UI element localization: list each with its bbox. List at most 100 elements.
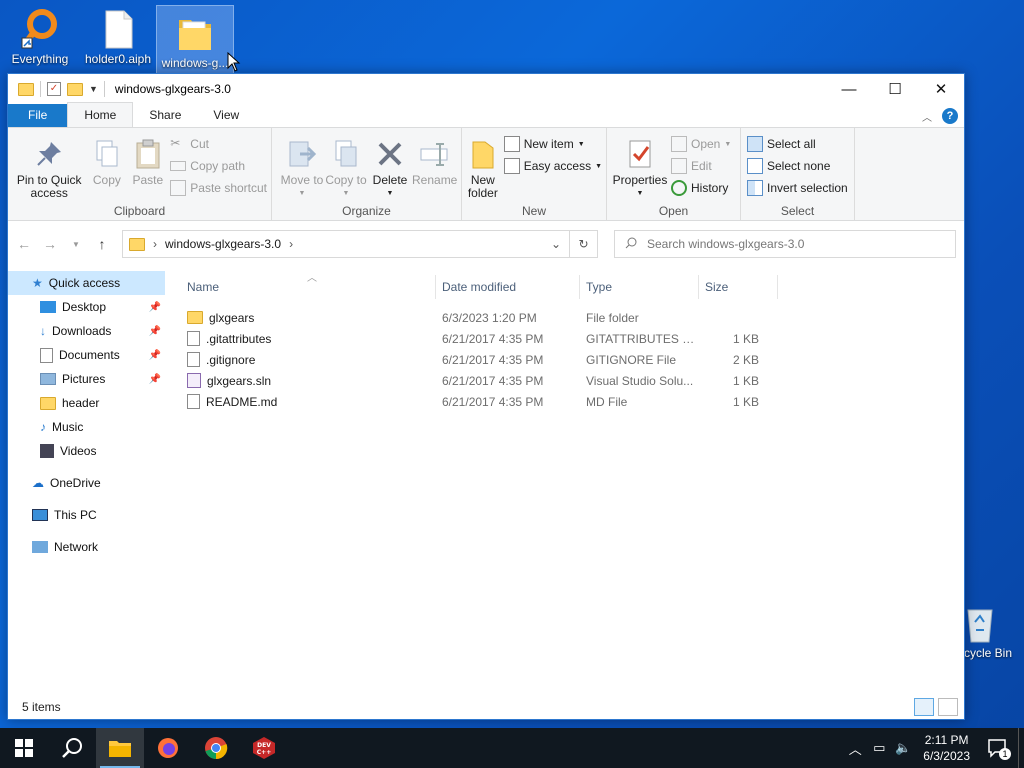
breadcrumb-separator-icon: › (153, 237, 157, 251)
large-icons-view-button[interactable] (938, 698, 958, 716)
search-button[interactable] (48, 728, 96, 768)
nav-item-videos[interactable]: Videos (8, 439, 165, 463)
open-icon (671, 136, 687, 152)
tab-share[interactable]: Share (133, 104, 197, 127)
tab-file[interactable]: File (8, 104, 68, 127)
nav-item-header[interactable]: header (8, 391, 165, 415)
chevron-down-icon[interactable]: ▼ (89, 84, 98, 94)
file-icon (98, 8, 138, 50)
chevron-down-icon: ▼ (724, 140, 732, 148)
easy-access-button[interactable]: Easy access ▼ (503, 157, 602, 175)
close-button[interactable]: ✕ (918, 74, 964, 104)
maximize-button[interactable]: ☐ (872, 74, 918, 104)
clock-date: 6/3/2023 (923, 749, 970, 763)
column-header-size[interactable]: Size (699, 275, 778, 299)
minimize-button[interactable]: — (826, 74, 872, 104)
firefox-taskbar-button[interactable] (144, 728, 192, 768)
title-bar[interactable]: ✓ ▼ windows-glxgears-3.0 — ☐ ✕ (8, 74, 964, 104)
open-button[interactable]: Open ▼ (671, 135, 731, 153)
details-view-button[interactable] (914, 698, 934, 716)
desktop-icon-everything[interactable]: Everything (2, 2, 78, 66)
recent-locations-chevron-icon[interactable]: ▼ (66, 240, 86, 249)
tab-home[interactable]: Home (67, 102, 134, 127)
properties-check-icon[interactable]: ✓ (47, 82, 61, 96)
table-row[interactable]: README.md 6/21/2017 4:35 PM MD File 1 KB (165, 391, 964, 412)
chrome-taskbar-button[interactable] (192, 728, 240, 768)
explorer-window: ✓ ▼ windows-glxgears-3.0 — ☐ ✕ File Home… (7, 73, 965, 720)
nav-item-onedrive[interactable]: ☁ OneDrive (8, 471, 165, 495)
svg-text:C++: C++ (257, 749, 271, 756)
start-button[interactable] (0, 728, 48, 768)
nav-item-this-pc[interactable]: This PC (8, 503, 165, 527)
select-all-button[interactable]: Select all (747, 135, 848, 153)
address-bar[interactable]: › windows-glxgears-3.0 › ⌄ (122, 230, 570, 258)
nav-item-pictures[interactable]: Pictures 📌 (8, 367, 165, 391)
copy-to-icon (330, 138, 362, 170)
star-icon: ★ (32, 276, 43, 290)
dev-cpp-taskbar-button[interactable]: DEV C++ (240, 728, 288, 768)
edit-button[interactable]: Edit (671, 157, 731, 175)
nav-item-documents[interactable]: Documents 📌 (8, 343, 165, 367)
column-header-type[interactable]: Type (580, 275, 699, 299)
nav-item-downloads[interactable]: ↓ Downloads 📌 (8, 319, 165, 343)
desktop-icon-windows-glxgears[interactable]: windows-g... (156, 5, 234, 74)
notifications-button[interactable]: 1 (978, 728, 1018, 768)
recycle-bin-icon (962, 602, 1002, 644)
cut-button[interactable]: ✂ Cut (170, 135, 267, 153)
breadcrumb-separator-icon: › (289, 237, 294, 251)
select-none-button[interactable]: Select none (747, 157, 848, 175)
network-icon[interactable]: ▭ (867, 740, 891, 756)
pin-icon (33, 138, 65, 170)
copy-path-button[interactable]: Copy path (170, 157, 267, 175)
table-row[interactable]: glxgears.sln 6/21/2017 4:35 PM Visual St… (165, 370, 964, 391)
address-dropdown-icon[interactable]: ⌄ (551, 237, 561, 251)
search-input[interactable]: Search windows-glxgears-3.0 (614, 230, 956, 258)
edit-icon (671, 158, 687, 174)
paste-shortcut-button[interactable]: Paste shortcut (170, 179, 267, 197)
back-arrow-icon[interactable]: ← (14, 236, 34, 252)
show-desktop-button[interactable] (1018, 728, 1024, 768)
ribbon: Pin to Quick access Copy Paste ✂ Cut Copy… (8, 128, 964, 221)
file-name: .gitignore (206, 352, 256, 367)
notification-badge: 1 (999, 748, 1011, 760)
search-placeholder: Search windows-glxgears-3.0 (647, 237, 805, 251)
history-button[interactable]: History (671, 179, 731, 197)
folder-icon (187, 311, 203, 324)
invert-selection-button[interactable]: Invert selection (747, 179, 848, 197)
file-type: MD File (586, 394, 628, 409)
file-size: 1 KB (732, 394, 759, 409)
desktop-icon-holder0[interactable]: holder0.aiph (80, 2, 156, 66)
table-row[interactable]: .gitattributes 6/21/2017 4:35 PM GITATTR… (165, 328, 964, 349)
folder-icon (40, 396, 56, 410)
film-icon (40, 444, 54, 458)
help-icon[interactable]: ? (942, 108, 958, 124)
chevron-up-icon[interactable]: ︿ (922, 109, 932, 124)
chrome-icon (205, 737, 228, 760)
nav-item-network[interactable]: Network (8, 535, 165, 559)
nav-item-quick-access[interactable]: ★ Quick access (8, 271, 165, 295)
nav-item-music[interactable]: ♪ Music (8, 415, 165, 439)
forward-arrow-icon[interactable]: → (40, 236, 60, 252)
file-date: 6/21/2017 4:35 PM (442, 373, 544, 388)
music-note-icon: ♪ (40, 420, 46, 434)
new-item-button[interactable]: New item ▼ (503, 135, 602, 153)
file-explorer-taskbar-button[interactable] (96, 728, 144, 768)
tab-view[interactable]: View (197, 104, 255, 127)
up-arrow-icon[interactable]: ↑ (92, 236, 112, 252)
volume-muted-icon[interactable]: 🔈 (891, 740, 915, 756)
breadcrumb-item[interactable]: windows-glxgears-3.0 (165, 237, 281, 251)
system-tray: ︿ ▭ 🔈 2:11 PM 6/3/2023 1 (843, 728, 1024, 768)
file-icon (187, 352, 200, 367)
new-folder-icon[interactable] (67, 82, 83, 96)
column-headers: Name Date modified Type Size (165, 267, 964, 299)
table-row[interactable]: glxgears 6/3/2023 1:20 PM File folder (165, 307, 964, 328)
refresh-button[interactable]: ↻ (570, 230, 598, 258)
file-type: Visual Studio Solu... (586, 373, 694, 388)
nav-item-desktop[interactable]: Desktop 📌 (8, 295, 165, 319)
clock[interactable]: 2:11 PM 6/3/2023 (915, 732, 978, 764)
select-all-icon (747, 136, 763, 152)
chevron-up-icon[interactable]: ︿ (843, 739, 867, 758)
table-row[interactable]: .gitignore 6/21/2017 4:35 PM GITIGNORE F… (165, 349, 964, 370)
column-header-date-modified[interactable]: Date modified (436, 275, 580, 299)
pictures-icon (40, 373, 56, 385)
